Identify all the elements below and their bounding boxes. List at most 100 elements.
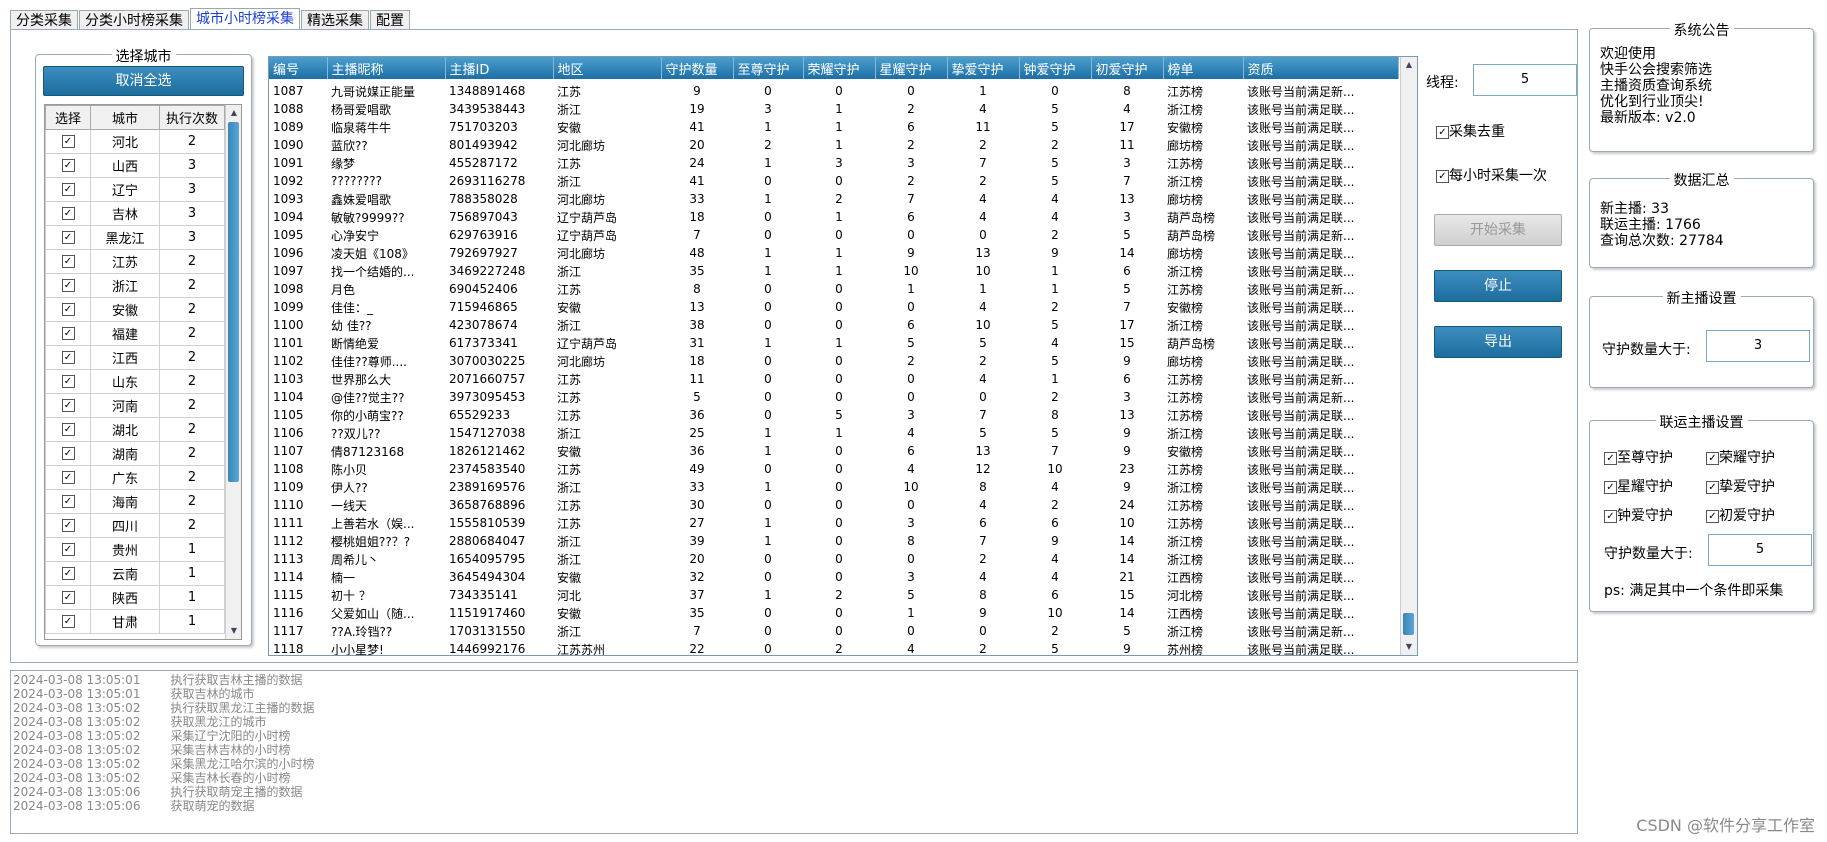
tab-featured-collect[interactable]: 精选采集 [301,10,369,31]
check-icon[interactable]: ✓ [61,375,75,388]
city-row[interactable]: ✓ 贵州 1 [45,537,225,562]
city-select-cell[interactable]: ✓ [45,249,91,274]
city-row[interactable]: ✓ 河北 2 [45,129,225,154]
table-row[interactable]: 1116 父爱如山（随... 1151917460 安徽 35 0 0 1 9 10 14 江西榜 该账… [269,604,1399,622]
check-first-love-guard[interactable]: ✓ 初爱守护 [1706,505,1775,525]
check-icon[interactable]: ✓ [61,327,75,340]
grid-header-cell[interactable]: 守护数量 [661,57,734,79]
city-select-cell[interactable]: ✓ [45,489,91,514]
city-select-cell[interactable]: ✓ [45,201,91,226]
city-row[interactable]: ✓ 陕西 1 [45,585,225,610]
table-row[interactable]: 1098 月色 690452406 江苏 8 0 0 1 1 1 5 江苏榜 该账号当前满足新... [269,280,1399,298]
table-row[interactable]: 1114 楠一 3645494304 安徽 32 0 0 3 4 4 21 江西榜 该账号当前满足联..… [269,568,1399,586]
city-row[interactable]: ✓ 浙江 2 [45,273,225,298]
check-icon[interactable]: ✓ [61,207,75,220]
city-select-cell[interactable]: ✓ [45,441,91,466]
check-icon[interactable]: ✓ [61,423,75,436]
city-row[interactable]: ✓ 湖北 2 [45,417,225,442]
hourly-checkbox[interactable]: ✓ 每小时采集一次 [1436,165,1547,185]
table-row[interactable]: 1100 幼 佳?? 423078674 浙江 38 0 0 6 10 5 17 浙江榜 该账号当前满足… [269,316,1399,334]
table-row[interactable]: 1088 杨哥爱唱歌 3439538443 浙江 19 3 1 2 4 5 4 浙江榜 该账号当前满足联… [269,100,1399,118]
city-row[interactable]: ✓ 江苏 2 [45,249,225,274]
grid-header-cell[interactable]: 榜单 [1163,57,1244,79]
city-scroll-thumb[interactable] [228,122,239,482]
check-icon[interactable]: ✓ [61,135,75,148]
city-select-cell[interactable]: ✓ [45,417,91,442]
table-row[interactable]: 1118 小小星梦! 1446992176 江苏苏州 22 0 2 4 2 5 9 苏州榜 该账号当前满… [269,640,1399,655]
city-row[interactable]: ✓ 四川 2 [45,513,225,538]
table-row[interactable]: 1109 伊人?? 2389169576 浙江 33 1 0 10 8 4 9 浙江榜 该账号当前满足联… [269,478,1399,496]
check-icon[interactable]: ✓ [61,471,75,484]
new-anchor-threshold-input[interactable]: 3 [1706,330,1810,362]
grid-header-cell[interactable]: 地区 [553,57,662,79]
grid-header-cell[interactable]: 主播ID [445,57,554,79]
city-select-cell[interactable]: ✓ [45,609,91,634]
check-icon[interactable]: ✓ [61,591,75,604]
threads-input[interactable]: 5 [1473,64,1577,96]
city-select-cell[interactable]: ✓ [45,393,91,418]
city-select-cell[interactable]: ✓ [45,177,91,202]
city-row[interactable]: ✓ 安徽 2 [45,297,225,322]
grid-header-cell[interactable]: 至尊守护 [733,57,804,79]
table-row[interactable]: 1101 断情绝爱 617373341 辽宁葫芦岛 31 1 1 5 5 4 15 葫芦岛榜 该账号当前… [269,334,1399,352]
check-icon[interactable]: ✓ [61,159,75,172]
check-icon[interactable]: ✓ [61,183,75,196]
city-select-cell[interactable]: ✓ [45,225,91,250]
deselect-all-button[interactable]: 取消全选 [43,66,244,96]
table-row[interactable]: 1097 找一个结婚的... 3469227248 浙江 35 1 1 10 10 1 6 浙江榜 该账… [269,262,1399,280]
city-row[interactable]: ✓ 山西 3 [45,153,225,178]
table-row[interactable]: 1117 ??A.玲铛?? 1703131550 浙江 7 0 0 0 0 2 5 浙江榜 该账号当前满… [269,622,1399,640]
city-select-cell[interactable]: ✓ [45,153,91,178]
city-row[interactable]: ✓ 甘肃 1 [45,609,225,634]
city-select-cell[interactable]: ✓ [45,345,91,370]
check-star-guard[interactable]: ✓ 星耀守护 [1604,476,1673,496]
city-row[interactable]: ✓ 黑龙江 3 [45,225,225,250]
table-row[interactable]: 1094 敏敏?9999?? 756897043 辽宁葫芦岛 18 0 1 6 4 4 3 葫芦岛榜 该… [269,208,1399,226]
city-row[interactable]: ✓ 广东 2 [45,465,225,490]
check-icon[interactable]: ✓ [61,231,75,244]
check-beloved-guard[interactable]: ✓ 挚爱守护 [1706,476,1775,496]
city-row[interactable]: ✓ 江西 2 [45,345,225,370]
city-row[interactable]: ✓ 河南 2 [45,393,225,418]
city-select-cell[interactable]: ✓ [45,585,91,610]
table-row[interactable]: 1112 樱桃姐姐??？? 2880684047 浙江 39 1 0 8 7 9 14 浙江榜 该账号当… [269,532,1399,550]
table-row[interactable]: 1089 临泉蒋牛牛 751703203 安徽 41 1 1 6 11 5 17 安徽榜 该账号当前满足… [269,118,1399,136]
tab-category-collect[interactable]: 分类采集 [10,10,78,31]
dedupe-checkbox[interactable]: ✓ 采集去重 [1436,121,1505,141]
table-row[interactable]: 1111 上善若水（娱... 1555810539 江苏 27 1 0 3 6 6 10 江苏榜 该账号… [269,514,1399,532]
linked-anchor-threshold-input[interactable]: 5 [1708,534,1812,566]
city-select-cell[interactable]: ✓ [45,297,91,322]
table-row[interactable]: 1105 你的小萌宝?? 65529233 江苏 36 0 5 3 7 8 13 江苏榜 该账号当前满足… [269,406,1399,424]
export-button[interactable]: 导出 [1434,326,1562,358]
city-select-cell[interactable]: ✓ [45,465,91,490]
table-row[interactable]: 1090 蓝欣?? 801493942 河北廊坊 20 2 1 2 2 2 11 廊坊榜 该账号当前满足… [269,136,1399,154]
city-select-cell[interactable]: ✓ [45,561,91,586]
scroll-up-arrow-icon[interactable]: ▲ [226,105,241,121]
check-icon[interactable]: ✓ [61,255,75,268]
table-row[interactable]: 1107 倩87123168 1826121462 安徽 36 1 0 6 13 7 9 安徽榜 该账号… [269,442,1399,460]
grid-scrollbar[interactable]: ▲ ▼ [1400,57,1417,655]
grid-header-cell[interactable]: 钟爱守护 [1019,57,1092,79]
table-row[interactable]: 1087 九哥说媒正能量 1348891468 江苏 9 0 0 0 1 0 8 江苏榜 该账号当前满足… [269,79,1399,100]
city-row[interactable]: ✓ 辽宁 3 [45,177,225,202]
table-row[interactable]: 1115 初十 ？ 734335141 河北 37 1 2 5 8 6 15 河北榜 该账号当前满足联.… [269,586,1399,604]
city-select-cell[interactable]: ✓ [45,537,91,562]
grid-header-cell[interactable]: 编号 [269,57,328,79]
check-icon[interactable]: ✓ [61,303,75,316]
city-row[interactable]: ✓ 吉林 3 [45,201,225,226]
city-row[interactable]: ✓ 云南 1 [45,561,225,586]
check-icon[interactable]: ✓ [61,351,75,364]
table-row[interactable]: 1092???????? 2693116278 浙江 41 0 0 2 2 5 7 浙江榜 该账号当前… [269,172,1399,190]
city-scrollbar[interactable]: ▲ ▼ [225,105,241,639]
check-fond-guard[interactable]: ✓ 钟爱守护 [1604,505,1673,525]
city-select-cell[interactable]: ✓ [45,513,91,538]
check-icon[interactable]: ✓ [61,447,75,460]
grid-header-cell[interactable]: 初爱守护 [1091,57,1164,79]
grid-header-cell[interactable]: 资质 [1243,57,1399,79]
table-row[interactable]: 1096 凌天姐《108》 792697927 河北廊坊 48 1 1 9 13 9 14 廊坊榜 该账… [269,244,1399,262]
check-icon[interactable]: ✓ [61,399,75,412]
stop-button[interactable]: 停止 [1434,270,1562,302]
table-row[interactable]: 1099 佳佳：_ 715946865 安徽 13 0 0 0 4 2 7 安徽榜 该账号当前满足联..… [269,298,1399,316]
table-row[interactable]: 1091 缘梦 455287172 江苏 24 1 3 3 7 5 3 江苏榜 该账号当前满足联... [269,154,1399,172]
check-icon[interactable]: ✓ [61,543,75,556]
